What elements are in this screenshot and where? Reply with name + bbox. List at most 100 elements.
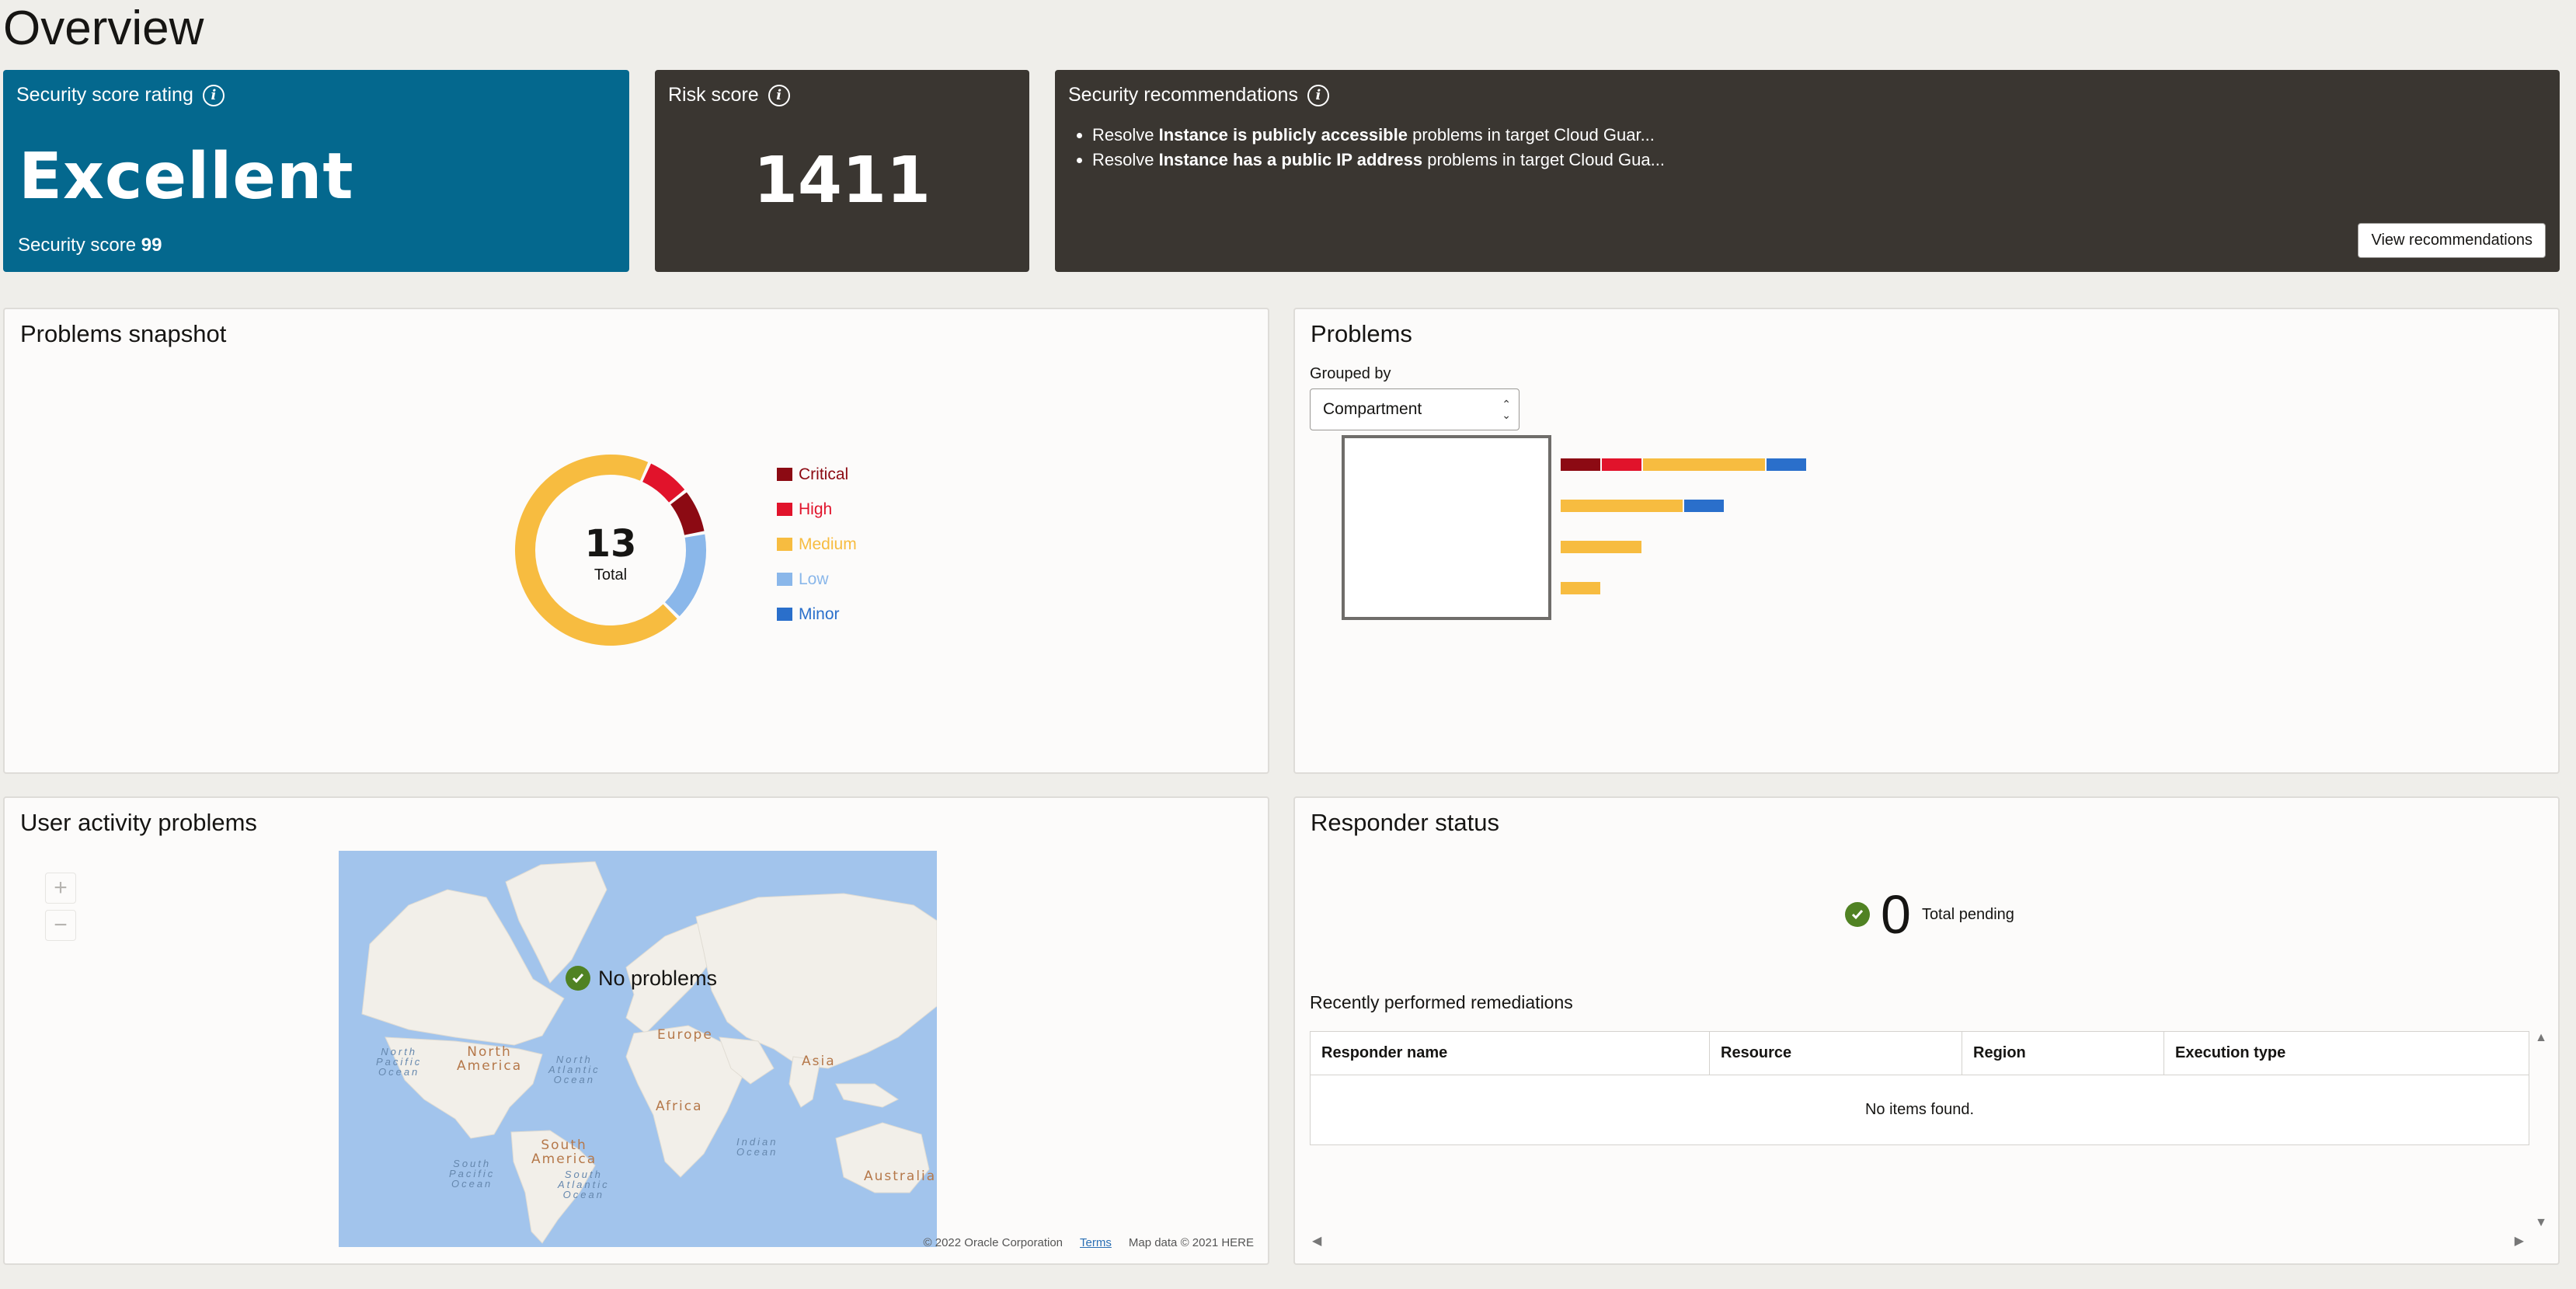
- map-credits: © 2022 Oracle Corporation Terms Map data…: [924, 1236, 1254, 1249]
- grouped-by-select[interactable]: Compartment ⌃ ⌄: [1310, 388, 1519, 430]
- zoom-in-button[interactable]: +: [45, 873, 76, 904]
- security-score-value: 99: [141, 235, 162, 256]
- scroll-up-arrow-icon[interactable]: ▲: [2535, 1031, 2547, 1045]
- recommendation-prefix: Resolve: [1092, 150, 1159, 169]
- zoom-out-button[interactable]: −: [45, 910, 76, 941]
- recommendation-item: Resolve Instance has a public IP address…: [1092, 148, 1665, 172]
- map-label-asia: Asia: [802, 1054, 836, 1069]
- pending-count: 0: [1881, 884, 1911, 945]
- security-recommendations-card: Security recommendations i Resolve Insta…: [1055, 70, 2560, 272]
- map-label-indian-ocean: Indian Ocean: [736, 1136, 778, 1158]
- security-rating: Excellent: [19, 140, 354, 214]
- map-label-north-atlantic: North Atlantic Ocean: [548, 1054, 600, 1085]
- bar-segment[interactable]: [1684, 500, 1724, 512]
- legend-swatch: [777, 503, 792, 516]
- legend-label: Critical: [799, 465, 849, 483]
- map-label-australia: Australia: [864, 1169, 937, 1184]
- donut-slice-high[interactable]: [642, 463, 685, 503]
- map-status-text: No problems: [598, 966, 718, 990]
- landmass-indonesia: [835, 1083, 899, 1108]
- info-icon[interactable]: i: [202, 84, 225, 106]
- problems-snapshot-panel: Problems snapshot 13 Total Critical High…: [3, 308, 1269, 774]
- recommendation-suffix: problems in target Cloud Guar...: [1407, 125, 1655, 145]
- recommendations-title: Security recommendations: [1068, 84, 1298, 106]
- problems-snapshot-title: Problems snapshot: [20, 320, 227, 347]
- pending-summary: 0 Total pending: [1845, 883, 2014, 946]
- donut-total-value: 13: [585, 522, 637, 566]
- world-map-graphic: [361, 861, 937, 1244]
- map-label-north-pacific: North Pacific Ocean: [376, 1046, 423, 1078]
- column-header-resource[interactable]: Resource: [1709, 1031, 1962, 1075]
- legend-item-minor[interactable]: Minor: [777, 597, 857, 632]
- view-recommendations-button[interactable]: View recommendations: [2358, 223, 2546, 258]
- legend-swatch: [777, 538, 792, 551]
- bar-segment[interactable]: [1561, 500, 1683, 512]
- page-title: Overview: [3, 2, 204, 55]
- legend-label: Medium: [799, 535, 857, 553]
- table-empty-row: No items found.: [1311, 1075, 2529, 1145]
- recent-remediations-title: Recently performed remediations: [1310, 992, 1573, 1012]
- legend-swatch: [777, 608, 792, 621]
- security-score-title-row: Security score rating i: [16, 84, 225, 106]
- map-label-south-america: South America: [531, 1137, 597, 1167]
- scroll-left-arrow-icon[interactable]: ◀: [1312, 1233, 1321, 1249]
- problems-bar-chart: [1342, 435, 1806, 620]
- donut-total-label: Total: [594, 566, 627, 584]
- bar-segment[interactable]: [1643, 458, 1765, 471]
- problems-title: Problems: [1311, 320, 1412, 347]
- info-icon[interactable]: i: [768, 84, 790, 106]
- legend-item-high[interactable]: High: [777, 492, 857, 527]
- recommendation-emphasis: Instance is publicly accessible: [1158, 125, 1408, 145]
- user-activity-title: User activity problems: [20, 809, 257, 836]
- column-header-region[interactable]: Region: [1962, 1031, 2164, 1075]
- grouped-by-label: Grouped by: [1310, 365, 1391, 382]
- column-header-execution-type[interactable]: Execution type: [2163, 1031, 2529, 1075]
- map-terms-link[interactable]: Terms: [1080, 1236, 1112, 1249]
- bar-segment[interactable]: [1767, 458, 1806, 471]
- select-arrows-icon: ⌃ ⌄: [1502, 398, 1511, 421]
- column-header-responder-name[interactable]: Responder name: [1310, 1031, 1710, 1075]
- map-copyright: © 2022 Oracle Corporation: [923, 1236, 1063, 1249]
- table-empty-text: No items found.: [1864, 1101, 1975, 1118]
- legend-item-low[interactable]: Low: [777, 562, 857, 597]
- map-label-south-atlantic: South Atlantic Ocean: [558, 1169, 610, 1200]
- problems-donut-chart: 13 Total: [515, 455, 706, 646]
- category-label-placeholder: [1342, 435, 1551, 620]
- security-score-title: Security score rating: [16, 84, 193, 106]
- recommendation-suffix: problems in target Cloud Gua...: [1422, 150, 1665, 169]
- map-status-overlay: No problems: [566, 966, 717, 991]
- legend-label: High: [799, 500, 833, 518]
- bar-segment[interactable]: [1561, 541, 1641, 553]
- user-activity-panel: User activity problems + − North America…: [3, 796, 1269, 1265]
- severity-legend: Critical High Medium Low Minor: [777, 457, 857, 632]
- recommendations-list: Resolve Instance is publicly accessible …: [1092, 123, 1665, 172]
- map-label-africa: Africa: [656, 1099, 703, 1114]
- risk-score-value: 1411: [753, 144, 931, 218]
- scroll-right-arrow-icon[interactable]: ▶: [2515, 1233, 2524, 1249]
- map-data-credit: Map data © 2021 HERE: [1128, 1236, 1254, 1249]
- legend-item-critical[interactable]: Critical: [777, 457, 857, 492]
- info-icon[interactable]: i: [1307, 84, 1329, 106]
- legend-swatch: [777, 573, 792, 586]
- world-map[interactable]: North America South America Europe Afric…: [339, 851, 937, 1247]
- check-icon: [566, 966, 590, 991]
- bar-segment[interactable]: [1602, 458, 1641, 471]
- map-label-europe: Europe: [657, 1027, 713, 1043]
- problems-panel: Problems Grouped by Compartment ⌃ ⌄: [1293, 308, 2560, 774]
- map-label-north-america: North America: [457, 1044, 523, 1074]
- bar-segment[interactable]: [1561, 458, 1600, 471]
- responder-status-title: Responder status: [1311, 809, 1499, 836]
- risk-score-title: Risk score: [668, 84, 759, 106]
- donut-slice-critical[interactable]: [670, 492, 705, 536]
- scroll-down-arrow-icon[interactable]: ▼: [2535, 1216, 2547, 1230]
- recommendation-prefix: Resolve: [1092, 125, 1159, 145]
- legend-label: Minor: [799, 604, 840, 623]
- donut-slice-low[interactable]: [664, 534, 706, 617]
- bar-segment[interactable]: [1561, 582, 1600, 594]
- recommendation-item: Resolve Instance is publicly accessible …: [1092, 123, 1665, 148]
- recommendations-title-row: Security recommendations i: [1068, 84, 1329, 106]
- security-score-label: Security score: [18, 235, 137, 256]
- legend-swatch: [777, 468, 792, 481]
- legend-item-medium[interactable]: Medium: [777, 527, 857, 562]
- responder-status-panel: Responder status 0 Total pending Recentl…: [1293, 796, 2560, 1265]
